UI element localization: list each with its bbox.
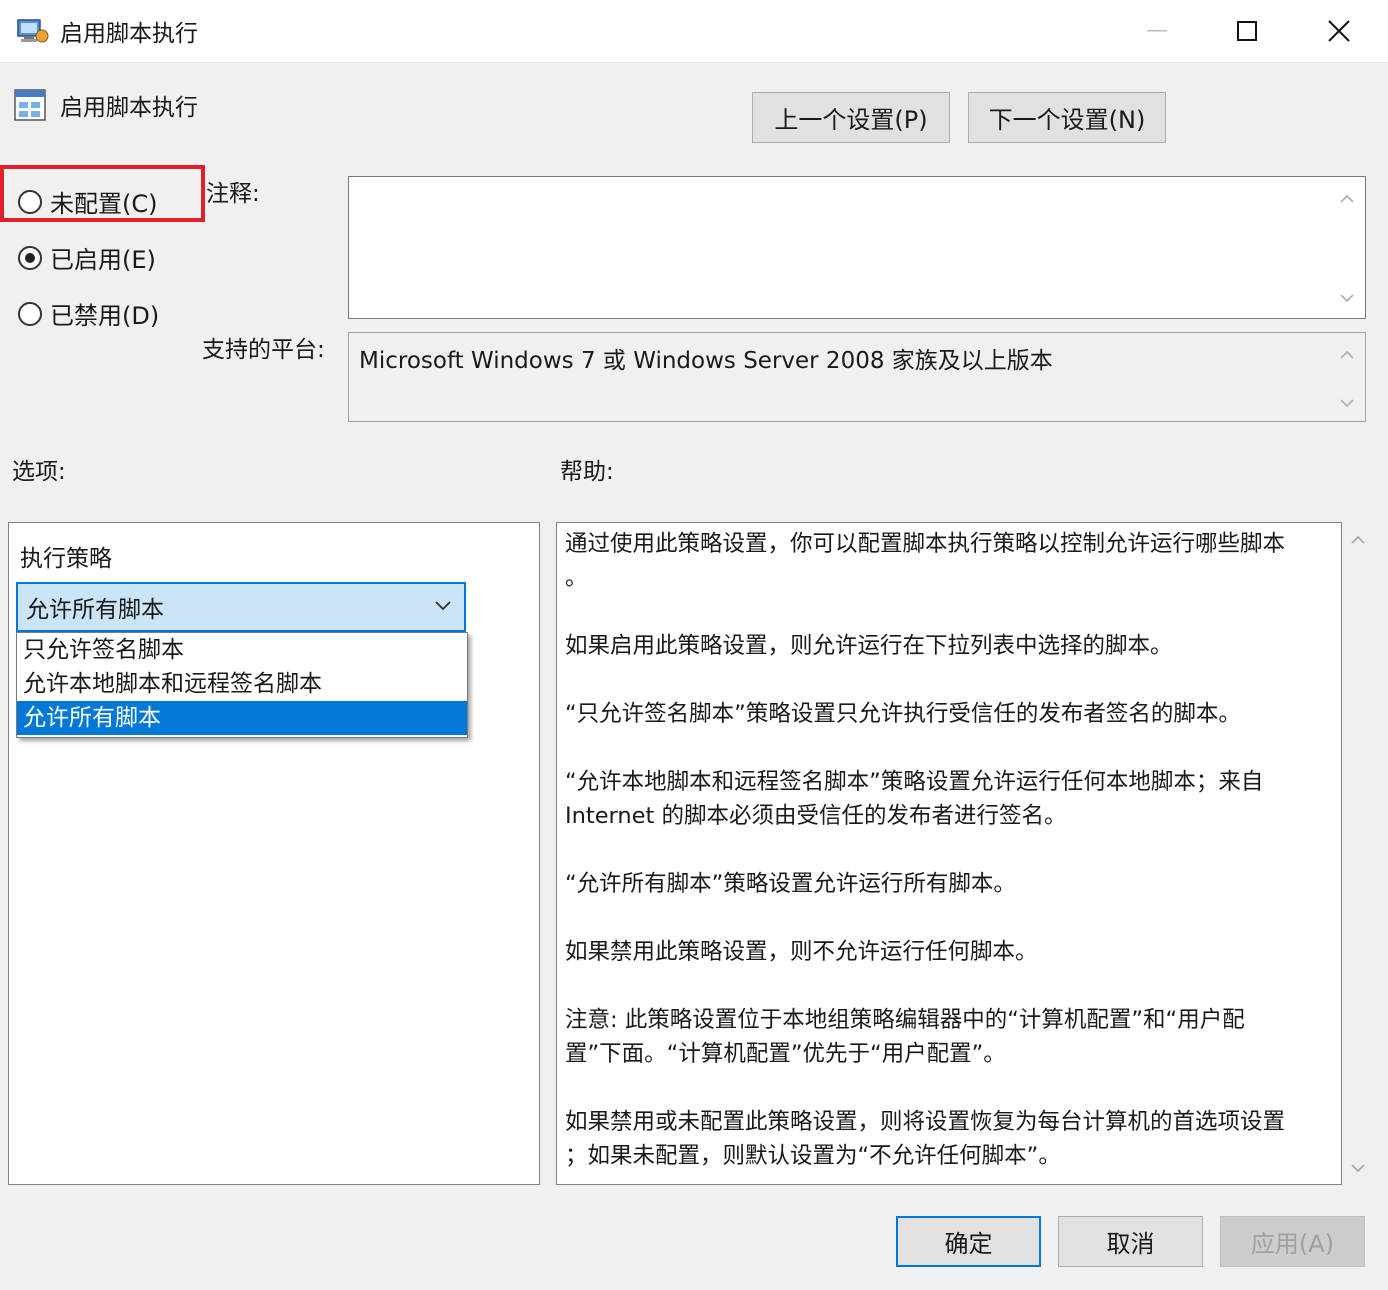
- previous-setting-button[interactable]: 上一个设置(P): [752, 92, 950, 143]
- help-line: [565, 969, 1335, 1003]
- help-panel: 通过使用此策略设置，你可以配置脚本执行策略以控制允许运行哪些脚本。如果启用此策略…: [556, 522, 1342, 1185]
- help-line: 置”下面。“计算机配置”优先于“用户配置”。: [565, 1041, 1006, 1067]
- radio-label-disabled: 已禁用(D): [50, 302, 160, 330]
- maximize-button[interactable]: [1202, 0, 1292, 62]
- help-line: 如果禁用此策略设置，则不允许运行任何脚本。: [565, 939, 1038, 965]
- minimize-button[interactable]: [1112, 0, 1202, 62]
- radio-circle-disabled[interactable]: [18, 301, 42, 326]
- comment-textbox[interactable]: [348, 176, 1366, 319]
- help-line: 。: [565, 565, 588, 591]
- cancel-button[interactable]: 取消: [1058, 1216, 1203, 1267]
- minimize-icon: [1147, 30, 1167, 32]
- chevron-down-icon: [435, 601, 451, 611]
- radio-label-not-configured: 未配置(C): [50, 190, 158, 218]
- scroll-down-icon[interactable]: [1339, 290, 1355, 306]
- radio-label-enabled: 已启用(E): [50, 246, 156, 274]
- policy-name: 启用脚本执行: [60, 95, 198, 121]
- help-label: 帮助:: [560, 459, 614, 485]
- help-line: [565, 731, 1335, 765]
- next-setting-button[interactable]: 下一个设置(N): [968, 92, 1166, 143]
- radio-enabled[interactable]: 已启用(E): [18, 240, 156, 275]
- help-line: [565, 663, 1335, 697]
- help-line: 注意: 此策略设置位于本地组策略编辑器中的“计算机配置”和“用户配: [565, 1007, 1245, 1033]
- ok-button[interactable]: 确定: [896, 1216, 1041, 1267]
- close-icon: [1328, 20, 1350, 42]
- help-line: “允许所有脚本”策略设置允许运行所有脚本。: [565, 871, 1016, 897]
- help-line: 通过使用此策略设置，你可以配置脚本执行策略以控制允许运行哪些脚本: [565, 531, 1286, 557]
- group-policy-icon: [17, 19, 49, 43]
- help-scroll-up-icon[interactable]: [1350, 532, 1366, 548]
- dropdown-option[interactable]: 只允许签名脚本: [17, 633, 467, 667]
- help-line: [565, 595, 1335, 629]
- help-line: “允许本地脚本和远程签名脚本”策略设置允许运行任何本地脚本；来自: [565, 769, 1264, 795]
- scroll-down-icon[interactable]: [1339, 395, 1355, 411]
- options-label: 选项:: [12, 459, 66, 485]
- window-title: 启用脚本执行: [60, 21, 198, 47]
- comment-label: 注释:: [206, 181, 260, 207]
- policy-setting-icon: [14, 89, 46, 121]
- scroll-up-icon[interactable]: [1339, 191, 1355, 207]
- platform-label: 支持的平台:: [202, 337, 325, 363]
- help-line: [565, 833, 1335, 867]
- execution-policy-dropdown-list: 只允许签名脚本 允许本地脚本和远程签名脚本 允许所有脚本: [16, 632, 468, 738]
- help-line: 如果禁用或未配置此策略设置，则将设置恢复为每台计算机的首选项设置: [565, 1109, 1286, 1135]
- help-line: [565, 1071, 1335, 1105]
- title-bar: 启用脚本执行: [0, 0, 1388, 63]
- help-line: 如果启用此策略设置，则允许运行在下拉列表中选择的脚本。: [565, 633, 1173, 659]
- dropdown-option[interactable]: 允许本地脚本和远程签名脚本: [17, 667, 467, 701]
- help-line: Internet 的脚本必须由受信任的发布者进行签名。: [565, 803, 1067, 829]
- radio-not-configured[interactable]: 未配置(C): [18, 184, 157, 219]
- apply-button[interactable]: 应用(A): [1220, 1216, 1365, 1267]
- scroll-up-icon[interactable]: [1339, 347, 1355, 363]
- help-line: [565, 901, 1335, 935]
- help-text: 通过使用此策略设置，你可以配置脚本执行策略以控制允许运行哪些脚本。如果启用此策略…: [565, 527, 1335, 1173]
- radio-circle-not-configured[interactable]: [18, 189, 42, 214]
- maximize-icon: [1237, 21, 1257, 41]
- help-line: ；如果未配置，则默认设置为“不允许任何脚本”。: [565, 1143, 1061, 1169]
- execution-policy-select[interactable]: 允许所有脚本: [16, 582, 466, 632]
- platform-textbox[interactable]: Microsoft Windows 7 或 Windows Server 200…: [348, 332, 1366, 422]
- help-line: “只允许签名脚本”策略设置只允许执行受信任的发布者签名的脚本。: [565, 701, 1241, 727]
- close-button[interactable]: [1294, 0, 1384, 62]
- radio-circle-enabled[interactable]: [18, 245, 42, 270]
- help-scroll-down-icon[interactable]: [1350, 1160, 1366, 1176]
- selected-policy-value: 允许所有脚本: [26, 597, 164, 623]
- dropdown-option-selected[interactable]: 允许所有脚本: [17, 701, 467, 735]
- platform-value: Microsoft Windows 7 或 Windows Server 200…: [359, 348, 1053, 374]
- execution-policy-label: 执行策略: [20, 546, 112, 572]
- radio-disabled[interactable]: 已禁用(D): [18, 296, 159, 331]
